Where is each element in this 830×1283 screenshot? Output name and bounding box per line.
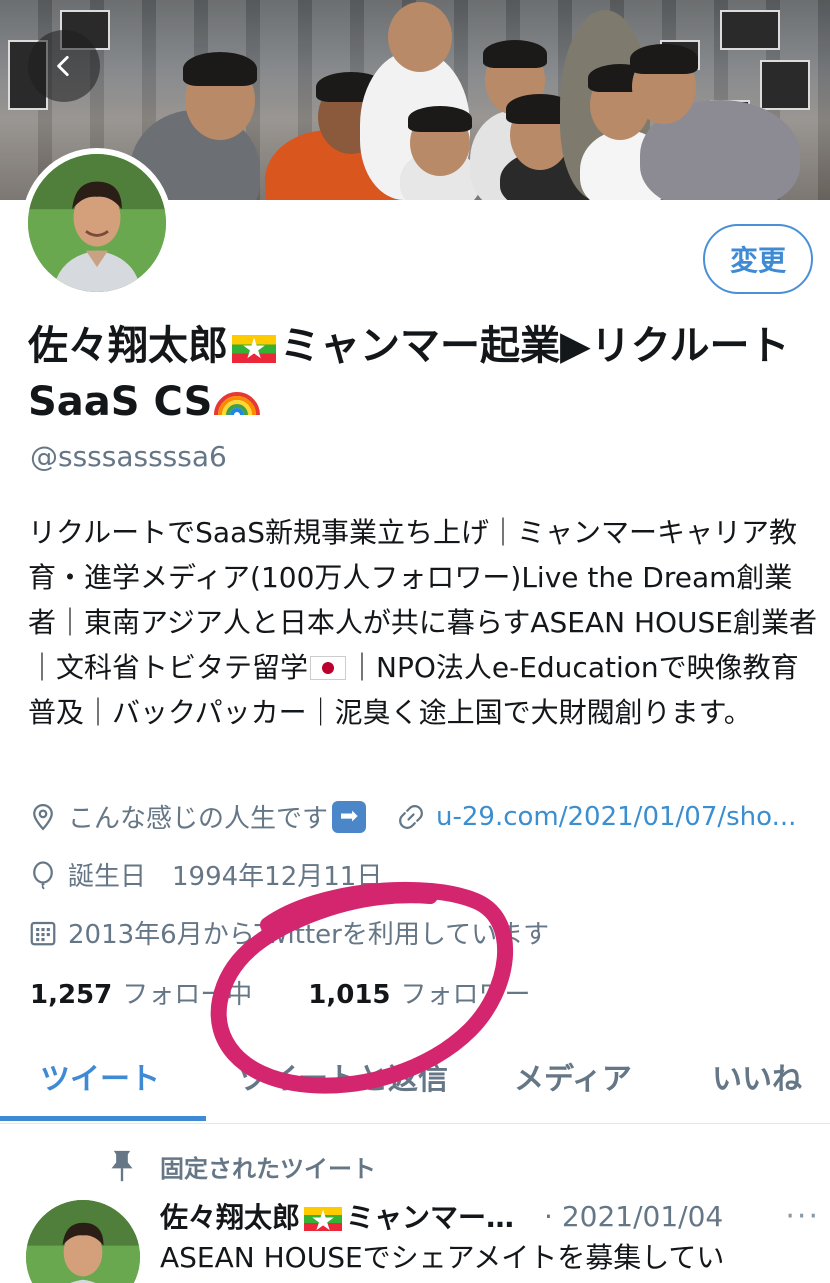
calendar-icon [28, 918, 58, 948]
followers-count: 1,015 [308, 980, 391, 1010]
chevron-left-icon [57, 55, 69, 77]
tweet-author[interactable]: 佐々翔太郎 ミャンマー… [160, 1196, 515, 1239]
tweet-author-name: 佐々翔太郎 [160, 1201, 301, 1234]
tweet-text[interactable]: ASEAN HOUSEでシェアメイトを募集してい [160, 1236, 724, 1276]
followers-link[interactable]: 1,015 フォロワー [308, 974, 530, 1011]
banner-hair [483, 40, 547, 68]
back-button[interactable] [28, 30, 100, 102]
rainbow-icon [214, 392, 261, 416]
link-icon [396, 802, 426, 832]
active-tab-indicator [0, 1116, 206, 1121]
tweet-date[interactable]: · 2021/01/04 [544, 1200, 723, 1233]
banner-hair [630, 44, 698, 74]
balloon-icon [28, 860, 58, 890]
profile-bio: リクルートでSaaS新規事業立ち上げ｜ミャンマーキャリア教育・進学メディア(10… [28, 510, 818, 735]
location-text: こんな感じの人生です [68, 804, 329, 834]
birthday-date: 1994年12月11日 [172, 862, 383, 892]
banner-hair [408, 106, 472, 132]
profile-tabs: ツイート ツイートと返信 メディア いいね [0, 1044, 830, 1124]
tab-tweets-and-replies[interactable]: ツイートと返信 [238, 1054, 448, 1098]
profile-avatar[interactable] [22, 148, 172, 298]
banner-head [388, 2, 452, 72]
banner-poster [720, 10, 780, 50]
avatar-photo [26, 1200, 140, 1283]
japan-flag-icon [310, 656, 347, 680]
myanmar-flag-icon [304, 1203, 343, 1239]
pinned-tweet-label: 固定されたツイート [108, 1148, 376, 1184]
location-pin-icon [28, 802, 58, 832]
myanmar-flag-icon [232, 331, 276, 367]
profile-name: 佐々翔太郎ミャンマー起業▶リクルートSaaS CS [28, 318, 818, 430]
tab-media[interactable]: メディア [514, 1054, 632, 1098]
tab-likes[interactable]: いいね [712, 1054, 802, 1098]
joined-text: 2013年6月からTwitterを利用しています [68, 920, 550, 950]
profile-link[interactable]: u-29.com/2021/01/07/sho... [436, 802, 796, 832]
profile-name-part1: 佐々翔太郎 [28, 323, 228, 369]
tweet-avatar[interactable] [26, 1200, 140, 1283]
profile-handle: @ssssassssa6 [30, 440, 227, 473]
joined-row: 2013年6月からTwitterを利用しています [28, 914, 549, 951]
follow-counts: 1,257 フォロー中 1,015 フォロワー [30, 974, 531, 1011]
edit-profile-button[interactable]: 変更 [703, 224, 813, 294]
following-link[interactable]: 1,257 フォロー中 [30, 974, 252, 1011]
following-count: 1,257 [30, 980, 113, 1010]
tab-tweets[interactable]: ツイート [40, 1054, 160, 1098]
following-label: フォロー中 [122, 980, 253, 1010]
tweet-author-suffix: ミャンマー… [346, 1201, 515, 1234]
followers-label: フォロワー [400, 980, 531, 1010]
birthday-label: 誕生日 [68, 862, 147, 892]
pinned-text: 固定されたツイート [160, 1154, 376, 1183]
right-arrow-icon: ➡ [332, 800, 367, 833]
more-options-icon[interactable]: ··· [785, 1199, 820, 1234]
location-row: こんな感じの人生です ➡ u-29.com/2021/01/07/sho... [28, 798, 796, 835]
banner-hair [183, 52, 257, 86]
avatar-photo [28, 154, 166, 292]
pin-icon [111, 1150, 133, 1182]
tweet-header: 佐々翔太郎 ミャンマー… · 2021/01/04 ··· [160, 1196, 820, 1240]
birthday-row: 誕生日 1994年12月11日 [28, 856, 382, 893]
banner-poster [760, 60, 810, 110]
